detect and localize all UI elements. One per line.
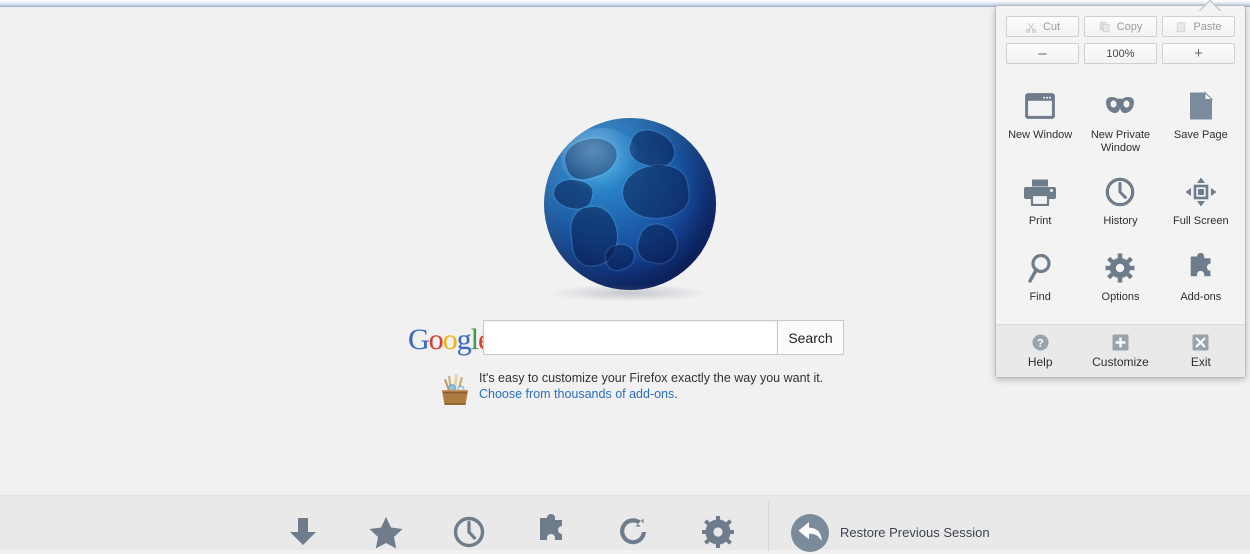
- menu-item-addons[interactable]: Add-ons: [1161, 242, 1241, 318]
- addons-toolbox-icon: [437, 372, 473, 408]
- zoom-level-reset-button[interactable]: 100%: [1084, 43, 1157, 64]
- menu-item-label: Options: [1101, 291, 1140, 303]
- menu-item-label: Customize: [1092, 355, 1149, 369]
- search-input[interactable]: [483, 320, 777, 355]
- star-icon: [369, 517, 403, 549]
- panel-pointer-arrow: [1199, 0, 1221, 11]
- bottom-item-sync[interactable]: [602, 512, 668, 552]
- menu-item-history[interactable]: History: [1080, 166, 1160, 242]
- menu-item-label: Find: [1029, 291, 1051, 303]
- addons-promo-link[interactable]: Choose from thousands of add-ons: [479, 387, 674, 401]
- firefox-globe-graphic: [540, 118, 720, 308]
- magnifier-icon: [1026, 251, 1054, 285]
- paste-button[interactable]: Paste: [1162, 16, 1235, 37]
- menu-item-label: New Window: [1008, 129, 1073, 141]
- menu-panel-grid: New Window New Private Window Save Page …: [996, 68, 1245, 324]
- addons-promo-text: It's easy to customize your Firefox exac…: [479, 370, 837, 402]
- mask-icon: [1104, 89, 1136, 123]
- menu-item-new-window[interactable]: New Window: [1000, 80, 1080, 166]
- menu-item-label: Add-ons: [1180, 291, 1222, 303]
- cut-button[interactable]: Cut: [1006, 16, 1079, 37]
- toolbar-divider: [768, 502, 769, 551]
- menu-item-customize[interactable]: Customize: [1080, 332, 1160, 369]
- restore-previous-session-label: Restore Previous Session: [840, 524, 990, 540]
- zoom-row: – 100% +: [996, 37, 1245, 68]
- zoom-in-label: +: [1194, 45, 1203, 62]
- svg-text:?: ?: [1037, 337, 1044, 349]
- window-icon: [1025, 89, 1056, 123]
- menu-item-label: Save Page: [1173, 129, 1228, 141]
- promo-text-after: .: [674, 387, 678, 401]
- globe-highlight: [561, 128, 641, 191]
- menu-item-label: History: [1103, 215, 1138, 227]
- copy-button[interactable]: Copy: [1084, 16, 1157, 37]
- search-button-label: Search: [788, 329, 833, 346]
- menu-item-label: New Private Window: [1090, 129, 1151, 154]
- menu-item-find[interactable]: Find: [1000, 242, 1080, 318]
- scissors-icon: [1025, 22, 1036, 33]
- menu-item-help[interactable]: ? Help: [1000, 332, 1080, 369]
- copy-label: Copy: [1116, 20, 1143, 33]
- cut-label: Cut: [1042, 20, 1061, 33]
- menu-item-new-private-window[interactable]: New Private Window: [1080, 80, 1160, 166]
- menu-panel-footer: ? Help Customize Exit: [996, 324, 1245, 377]
- sync-icon: [620, 518, 646, 545]
- zoom-out-label: –: [1038, 45, 1047, 62]
- logo-letter-o1: o: [428, 323, 444, 356]
- menu-item-label: Full Screen: [1173, 215, 1229, 227]
- menu-item-options[interactable]: Options: [1080, 242, 1160, 318]
- clipboard-icon: [1177, 21, 1186, 32]
- puzzle-icon: [540, 514, 562, 540]
- page-icon: [1188, 89, 1214, 123]
- gear-icon: [702, 516, 734, 548]
- menu-item-full-screen[interactable]: Full Screen: [1161, 166, 1241, 242]
- google-logo: Google: [408, 323, 491, 356]
- puzzle-icon: [1186, 251, 1216, 285]
- fullscreen-icon: [1185, 175, 1217, 209]
- zoom-in-button[interactable]: +: [1162, 43, 1235, 64]
- download-icon: [290, 518, 316, 545]
- start-page-bottom-toolbar: Restore Previous Session: [0, 495, 1250, 552]
- paste-label: Paste: [1193, 20, 1222, 33]
- question-circle-icon: ?: [1032, 332, 1049, 352]
- menu-item-exit[interactable]: Exit: [1161, 332, 1241, 369]
- logo-letter-l: l: [470, 323, 479, 356]
- copy-icon: [1099, 21, 1110, 32]
- menu-item-label: Print: [1028, 215, 1052, 227]
- menu-item-print[interactable]: Print: [1000, 166, 1080, 242]
- logo-letter-g1: G: [408, 323, 430, 356]
- firefox-menu-panel: Cut Copy Paste – 100% + New Window New P…: [995, 5, 1246, 378]
- bottom-item-downloads[interactable]: [270, 512, 336, 552]
- bottom-item-bookmarks[interactable]: [353, 512, 419, 552]
- logo-letter-o2: o: [442, 323, 458, 356]
- bottom-item-addons[interactable]: [519, 512, 585, 552]
- search-row: Google Search: [408, 320, 844, 358]
- printer-icon: [1024, 175, 1057, 209]
- gear-icon: [1105, 251, 1135, 285]
- clock-icon: [1105, 175, 1135, 209]
- menu-item-label: Exit: [1190, 355, 1211, 369]
- bottom-item-settings[interactable]: [685, 512, 751, 552]
- globe-landmass: [634, 220, 681, 267]
- close-square-icon: [1192, 332, 1209, 352]
- restore-previous-session-button[interactable]: Restore Previous Session: [789, 513, 990, 552]
- search-button[interactable]: Search: [777, 320, 844, 355]
- globe-icon: [544, 118, 716, 290]
- menu-item-save-page[interactable]: Save Page: [1161, 80, 1241, 166]
- scrollbar-track[interactable]: [1246, 8, 1250, 495]
- menu-item-label: Help: [1027, 355, 1053, 369]
- logo-letter-g2: g: [456, 323, 472, 356]
- zoom-level-label: 100%: [1106, 47, 1135, 60]
- clock-icon: [453, 516, 485, 548]
- bottom-item-history[interactable]: [436, 512, 502, 552]
- zoom-out-button[interactable]: –: [1006, 43, 1079, 64]
- addons-promo: It's easy to customize your Firefox exac…: [437, 370, 837, 410]
- restore-arrow-icon: [791, 513, 829, 552]
- plus-square-icon: [1112, 332, 1129, 352]
- promo-text-before: It's easy to customize your Firefox exac…: [479, 371, 824, 385]
- globe-drop-shadow: [548, 284, 712, 302]
